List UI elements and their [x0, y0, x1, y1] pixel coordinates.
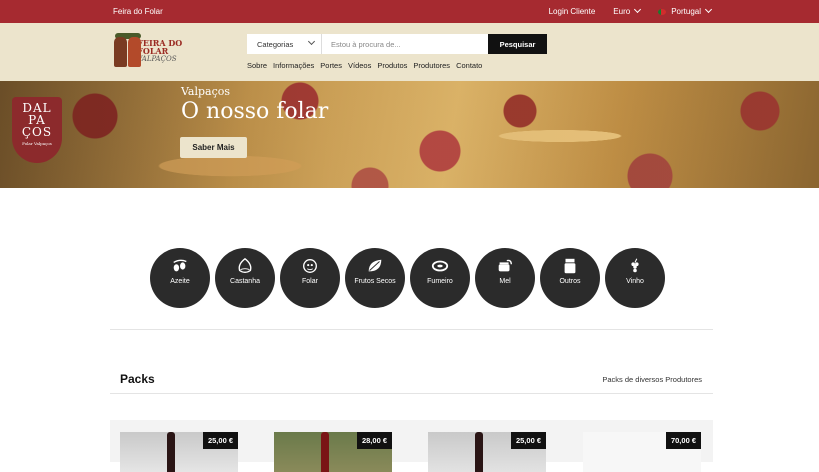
- category-label: Mel: [499, 278, 511, 285]
- nav-sobre[interactable]: Sobre: [247, 61, 267, 70]
- category-mel[interactable]: Mel: [475, 248, 535, 308]
- category-label: Vinho: [626, 278, 644, 285]
- category-frutos-secos[interactable]: Frutos Secos: [345, 248, 405, 308]
- category-vinho[interactable]: Vinho: [605, 248, 665, 308]
- hero-banner: DAL PA ÇOS Folar Valpaços Valpaços O nos…: [0, 81, 819, 188]
- login-link[interactable]: Login Cliente: [549, 7, 596, 16]
- product-image: [321, 432, 329, 472]
- nav-produtores[interactable]: Produtores: [413, 61, 450, 70]
- currency-label: Euro: [613, 7, 631, 16]
- category-castanha[interactable]: Castanha: [215, 248, 275, 308]
- language-label: Portugal: [671, 7, 701, 16]
- hero-kicker: Valpaços: [181, 85, 231, 98]
- packs-link[interactable]: Packs de diversos Produtores: [602, 375, 702, 384]
- main-nav: Sobre Informações Portes Vídeos Produtos…: [247, 61, 482, 70]
- site-name[interactable]: Feira do Folar: [113, 7, 163, 16]
- nav-produtos[interactable]: Produtos: [377, 61, 407, 70]
- category-fumeiro[interactable]: Fumeiro: [410, 248, 470, 308]
- product-carousel: 25,00 € 28,00 € 25,00 € 70,00 €: [110, 420, 713, 472]
- category-label: Fumeiro: [427, 278, 453, 285]
- category-label: Frutos Secos: [354, 278, 396, 285]
- category-select[interactable]: Categorias: [247, 34, 322, 54]
- category-outros[interactable]: Outros: [540, 248, 600, 308]
- category-azeite[interactable]: Azeite: [150, 248, 210, 308]
- language-selector[interactable]: Portugal: [658, 5, 713, 16]
- price-badge: 25,00 €: [202, 432, 238, 449]
- category-folar[interactable]: Folar: [280, 248, 340, 308]
- folar-icon: [303, 259, 317, 273]
- search-bar: Categorias Pesquisar: [247, 34, 547, 54]
- price-badge: 25,00 €: [510, 432, 546, 449]
- sausage-icon: [431, 260, 449, 272]
- product-card[interactable]: 70,00 €: [583, 432, 701, 472]
- product-card[interactable]: 25,00 €: [428, 432, 546, 472]
- logo-text-line1: FEIRA DO FOLAR: [137, 38, 183, 56]
- category-label: Castanha: [230, 278, 260, 285]
- nav-videos[interactable]: Vídeos: [348, 61, 371, 70]
- product-card[interactable]: 25,00 €: [120, 432, 238, 472]
- packs-heading: Packs: [120, 372, 155, 386]
- chevron-down-icon: [704, 5, 713, 14]
- nav-contato[interactable]: Contato: [456, 61, 482, 70]
- currency-selector[interactable]: Euro: [613, 5, 642, 16]
- logo-figures-icon: [113, 33, 141, 69]
- valpacos-badge-logo: DAL PA ÇOS Folar Valpaços: [12, 97, 62, 163]
- price-badge: 28,00 €: [356, 432, 392, 449]
- category-list: Azeite Castanha Folar Frutos Secos Fumei…: [150, 248, 665, 308]
- header: FEIRA DO FOLAR VALPAÇOS Categorias Pesqu…: [0, 23, 819, 81]
- category-label: Outros: [559, 278, 581, 285]
- leaf-icon: [368, 259, 382, 272]
- search-button[interactable]: Pesquisar: [488, 34, 547, 54]
- saber-mais-button[interactable]: Saber Mais: [180, 137, 247, 158]
- honey-icon: [498, 259, 512, 272]
- product-image: [475, 432, 483, 472]
- grapes-icon: [631, 258, 639, 273]
- top-bar-right: Login Cliente Euro Portugal: [549, 5, 713, 16]
- divider: [110, 329, 713, 330]
- product-image: [167, 432, 175, 472]
- olive-icon: [173, 259, 187, 272]
- price-badge: 70,00 €: [665, 432, 701, 449]
- search-input[interactable]: [322, 34, 488, 54]
- hero-title: O nosso folar: [181, 99, 329, 124]
- top-bar: Feira do Folar Login Cliente Euro Portug…: [0, 0, 819, 23]
- category-label: Azeite: [170, 278, 190, 285]
- category-label: Folar: [302, 278, 318, 285]
- flag-icon: [658, 9, 667, 15]
- nav-informacoes[interactable]: Informações: [273, 61, 314, 70]
- jar-icon: [564, 258, 576, 274]
- site-logo[interactable]: FEIRA DO FOLAR VALPAÇOS: [113, 33, 193, 69]
- chevron-down-icon: [634, 5, 642, 14]
- product-card[interactable]: 28,00 €: [274, 432, 392, 472]
- category-select-label: Categorias: [257, 40, 294, 49]
- chestnut-icon: [238, 257, 252, 273]
- logo-text-line2: VALPAÇOS: [137, 55, 177, 63]
- nav-portes[interactable]: Portes: [320, 61, 342, 70]
- divider: [110, 393, 713, 394]
- chevron-down-icon: [307, 37, 316, 46]
